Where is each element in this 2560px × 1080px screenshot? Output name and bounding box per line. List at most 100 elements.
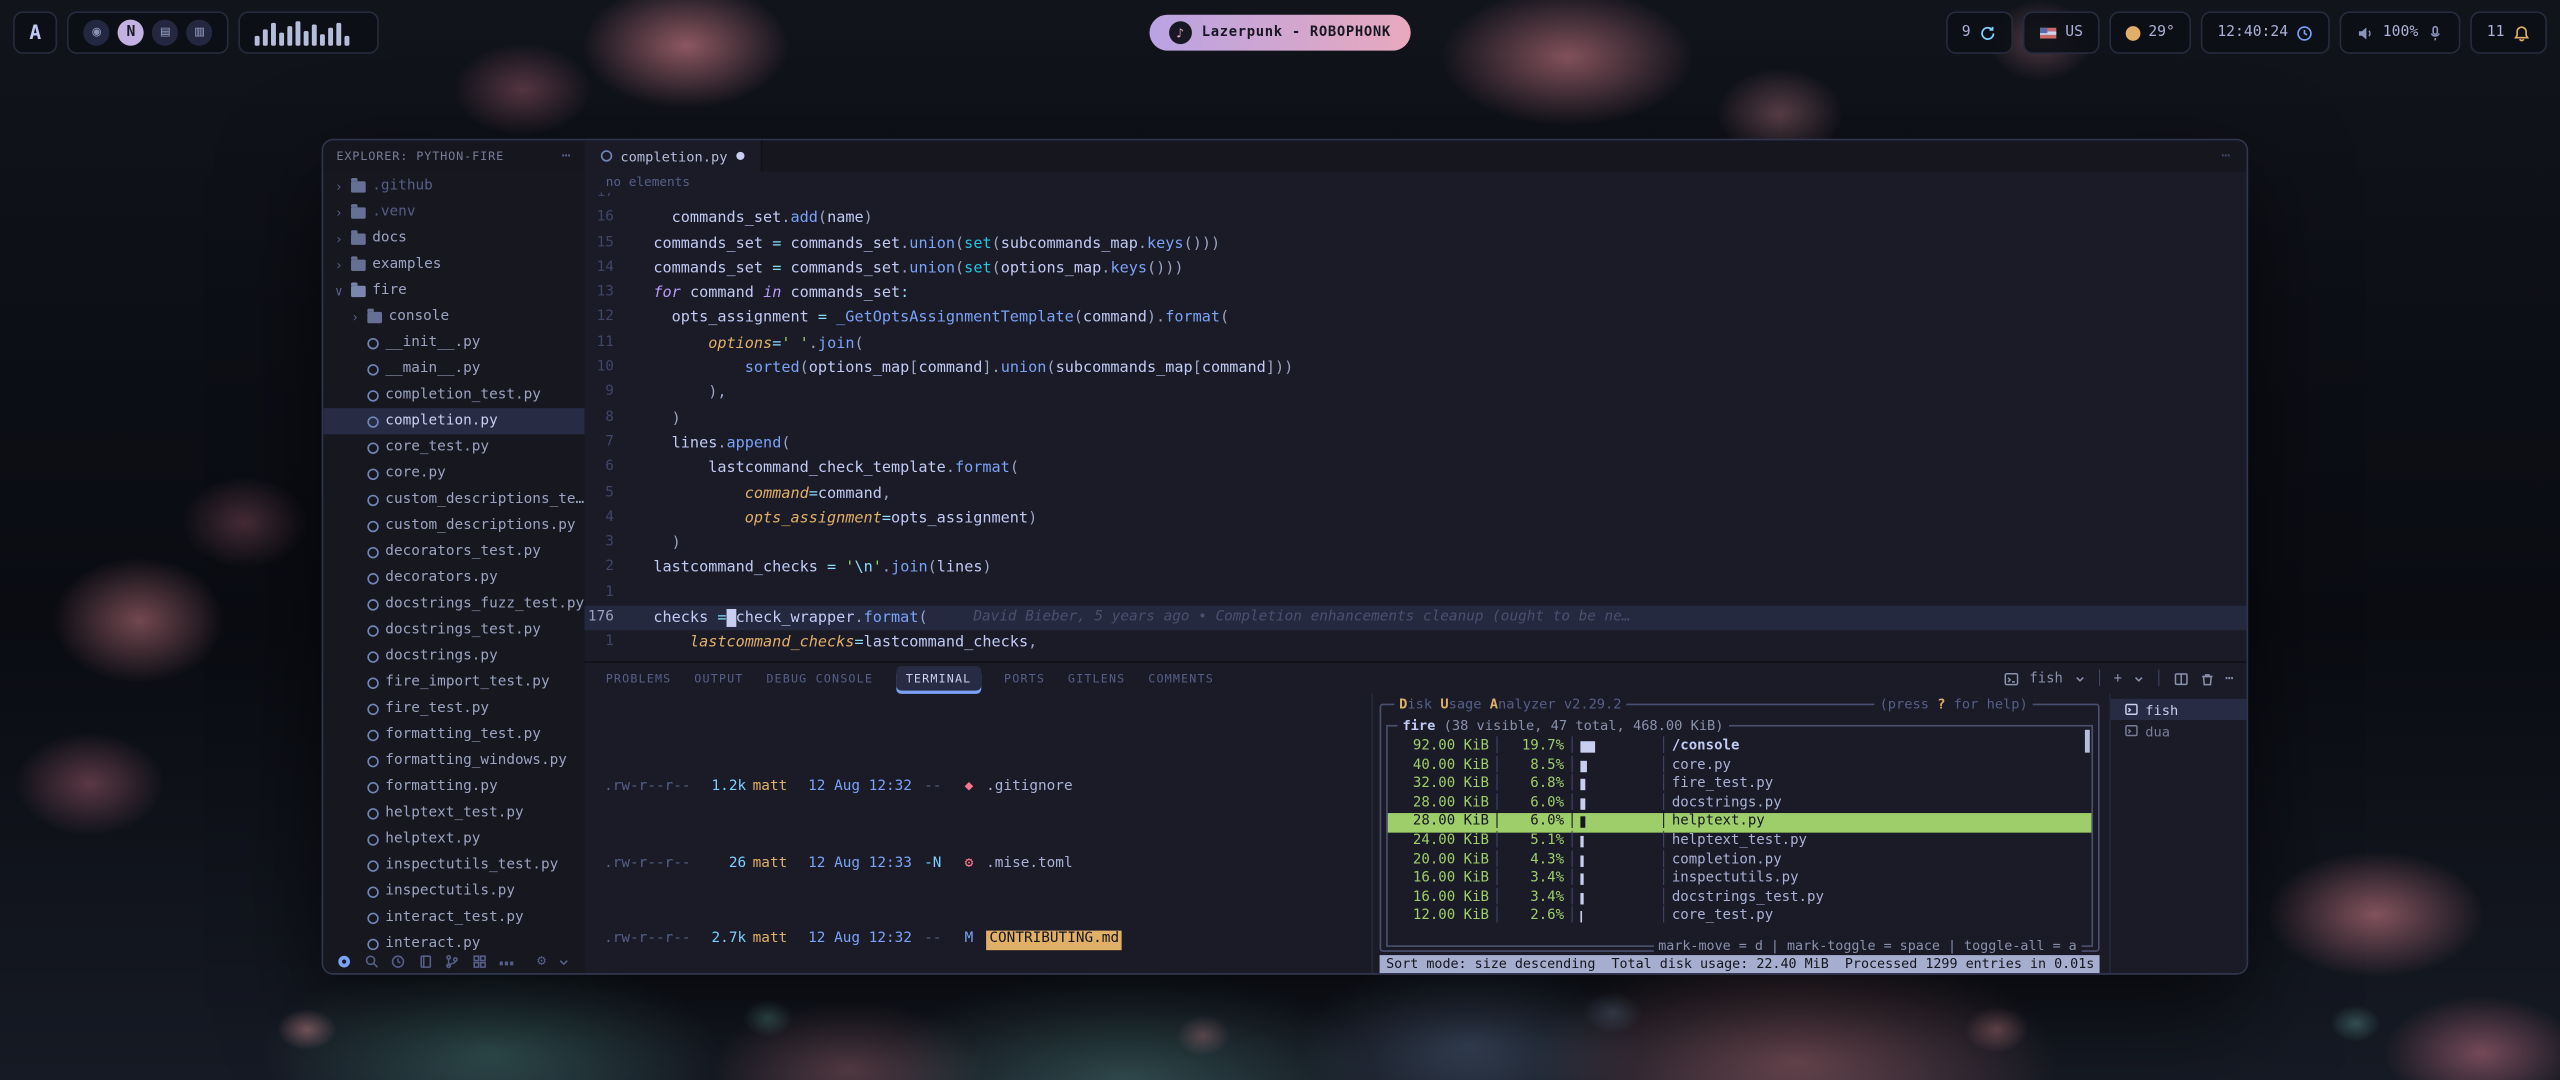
tree-item[interactable]: interact_test.py [323, 904, 584, 930]
tree-item[interactable]: __init__.py [323, 330, 584, 356]
explorer-more-icon[interactable]: ⋯ [562, 148, 572, 164]
tab-completion-py[interactable]: completion.py [584, 140, 761, 171]
speaker-icon [2357, 24, 2375, 42]
tree-item[interactable]: › .github [323, 173, 584, 199]
split-terminal-icon[interactable] [2173, 670, 2189, 686]
clock-widget[interactable]: 12:40:24 [2201, 11, 2331, 53]
dua-directory-box: fire (38 visible, 47 total, 468.00 KiB) … [1386, 725, 2093, 947]
explorer-title: EXPLORER: PYTHON-FIRE [336, 149, 504, 164]
chevron-down-icon[interactable] [557, 954, 571, 969]
launcher-button[interactable]: A [13, 11, 57, 53]
tree-item[interactable]: __main__.py [323, 356, 584, 382]
dua-row[interactable]: 16.00 KiB │ 3.4% │ │ inspectutils.py [1388, 870, 2092, 889]
code-editor[interactable]: 17 """ 16 commands_set.add(name) [584, 193, 2246, 662]
book-icon[interactable] [417, 953, 433, 969]
code-line: 17 """ [584, 193, 2246, 207]
code-line: 3 ) [584, 531, 2246, 556]
tree-item[interactable]: inspectutils_test.py [323, 852, 584, 878]
dua-row[interactable]: 12.00 KiB │ 2.6% │ │ core_test.py [1388, 908, 2092, 927]
updates-widget[interactable]: 9 [1945, 11, 2013, 53]
tree-item[interactable]: completion.py [323, 408, 584, 434]
panel-tab[interactable]: PORTS [1004, 671, 1045, 686]
dua-row[interactable]: 28.00 KiB │ 6.0% │ │ docstrings.py [1388, 795, 2092, 814]
keyboard-layout-widget[interactable]: US [2023, 11, 2099, 53]
updates-count: 9 [1962, 24, 1971, 40]
app-icon[interactable]: ▤ [152, 20, 178, 46]
tree-item[interactable]: decorators_test.py [323, 539, 584, 565]
tree-item[interactable]: interact.py [323, 931, 584, 951]
panel-tab[interactable]: OUTPUT [694, 671, 743, 686]
tree-item[interactable]: helptext.py [323, 826, 584, 852]
tree-item[interactable]: completion_test.py [323, 382, 584, 408]
tree-item[interactable]: docstrings.py [323, 643, 584, 669]
tree-item-label: helptext.py [385, 831, 480, 847]
notifications-widget[interactable]: 11 [2470, 11, 2546, 53]
dua-row[interactable]: 24.00 KiB │ 5.1% │ │ helptext_test.py [1388, 833, 2092, 852]
tree-item[interactable]: custom_descriptions_test.py [323, 487, 584, 513]
tree-item[interactable]: › examples [323, 251, 584, 277]
tree-item[interactable]: formatting.py [323, 774, 584, 800]
trash-icon[interactable] [2199, 670, 2215, 686]
audio-widget[interactable]: 100% [2340, 11, 2460, 53]
app-icon[interactable]: ◉ [84, 20, 110, 46]
chevron-down-icon[interactable] [2073, 672, 2086, 685]
visualizer-bar [288, 26, 293, 46]
dua-row[interactable]: 28.00 KiB │ 6.0% │ │ helptext.py [1388, 814, 2092, 833]
dua-row[interactable]: 40.00 KiB │ 8.5% │ │ core.py [1388, 757, 2092, 776]
tree-item[interactable]: docstrings_test.py [323, 617, 584, 643]
remote-indicator-icon[interactable] [336, 953, 352, 969]
tree-item-label: core_test.py [385, 439, 489, 455]
tree-item[interactable]: fire_test.py [323, 696, 584, 722]
dua-scrollbar[interactable] [2085, 730, 2090, 753]
terminal-profile-label[interactable]: fish [2029, 670, 2062, 686]
panel-tab[interactable]: DEBUG CONSOLE [766, 671, 873, 686]
panel-tab[interactable]: COMMENTS [1148, 671, 1214, 686]
media-widget[interactable]: ♪ Lazerpunk - ROBOPHONK [1149, 15, 1410, 51]
tree-item[interactable]: › docs [323, 225, 584, 251]
terminal-session[interactable]: dua [2111, 720, 2247, 741]
visualizer-bar [255, 37, 260, 46]
tree-item[interactable]: › .venv [323, 199, 584, 225]
audio-visualizer [239, 11, 379, 53]
tree-item[interactable]: inspectutils.py [323, 878, 584, 904]
app-icon[interactable]: ▥ [187, 20, 213, 46]
editor-actions-more-icon[interactable]: ⋯ [2221, 148, 2246, 164]
tree-item[interactable]: custom_descriptions.py [323, 513, 584, 539]
tree-item[interactable]: docstrings_fuzz_test.py [323, 591, 584, 617]
code-line: 13 for command in commands_set: [584, 281, 2246, 306]
tree-item[interactable]: formatting_test.py [323, 722, 584, 748]
tree-item[interactable]: core_test.py [323, 434, 584, 460]
listing-row: .rw-r--r-- 2.7k matt 12 Aug 12:32 -- M C… [604, 931, 1365, 950]
gear-icon[interactable]: ⚙ [537, 954, 546, 969]
dua-row[interactable]: 16.00 KiB │ 3.4% │ │ docstrings_test.py [1388, 889, 2092, 908]
history-icon[interactable] [390, 953, 406, 969]
tree-item[interactable]: formatting_windows.py [323, 748, 584, 774]
tree-item[interactable]: helptext_test.py [323, 800, 584, 826]
terminal-fish[interactable]: .rw-r--r-- 1.2k matt 12 Aug 12:32 -- ◆ .… [584, 694, 1371, 973]
panel-more-icon[interactable]: ⋯ [2225, 670, 2233, 686]
panel-tab[interactable]: TERMINAL [896, 666, 981, 690]
tree-item[interactable]: fire_import_test.py [323, 669, 584, 695]
search-icon[interactable] [363, 953, 379, 969]
dua-row[interactable]: 92.00 KiB │ 19.7% │ │ /console [1388, 738, 2092, 757]
tree-item[interactable]: ∨ fire [323, 278, 584, 304]
weather-widget[interactable]: 29° [2109, 11, 2191, 53]
git-branch-icon[interactable] [444, 953, 460, 969]
terminal-session[interactable]: fish [2111, 699, 2247, 720]
app-icon[interactable]: N [118, 20, 144, 46]
breadcrumb[interactable]: no elements [584, 171, 2246, 192]
code-line: 9 ), [584, 381, 2246, 406]
tree-item[interactable]: core.py [323, 460, 584, 486]
panel-tab[interactable]: GITLENS [1068, 671, 1125, 686]
file-icon [367, 938, 378, 949]
tree-item[interactable]: › console [323, 304, 584, 330]
new-terminal-button[interactable]: + [2114, 670, 2122, 686]
chevron-down-icon[interactable] [2132, 672, 2145, 685]
footer-more-icon[interactable]: ⋯ [499, 946, 515, 975]
tree-item[interactable]: decorators.py [323, 565, 584, 591]
panel-tab[interactable]: PROBLEMS [606, 671, 672, 686]
terminal-dua[interactable]: Disk Usage Analyzer v2.29.2 (press ? for… [1371, 694, 2109, 973]
dua-row[interactable]: 20.00 KiB │ 4.3% │ │ completion.py [1388, 852, 2092, 871]
extensions-grid-icon[interactable] [472, 953, 488, 969]
dua-row[interactable]: 32.00 KiB │ 6.8% │ │ fire_test.py [1388, 776, 2092, 795]
